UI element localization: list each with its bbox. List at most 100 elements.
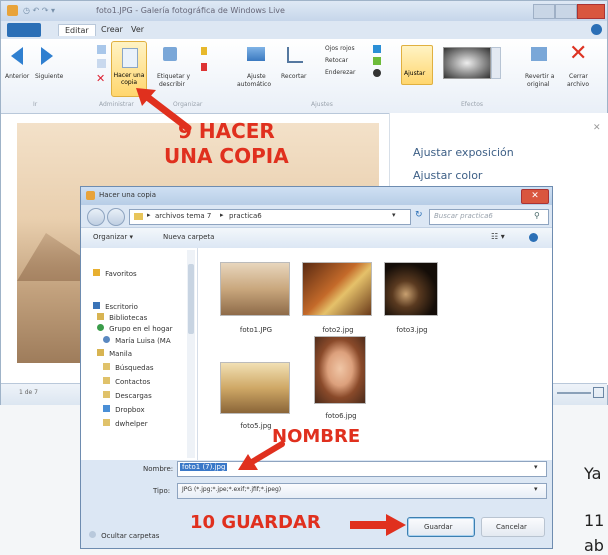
file-item[interactable]: foto6.jpg [314,336,370,420]
nav-scrollbar[interactable] [187,250,195,458]
previous-icon[interactable] [11,47,23,65]
quickaccess-icons[interactable]: ◷ ↶ ↷ ▾ [23,6,55,15]
file-item[interactable]: foto5.jpg [220,344,292,430]
breadcrumb-sep-2: ▸ [220,211,224,219]
ajustar-color-link[interactable]: Ajustar color [413,169,482,182]
maximize-button[interactable] [555,4,577,19]
ribbon-tabs: Editar Crear Ver [1,21,607,39]
page-text-ab: ab [584,536,604,555]
back-button[interactable] [87,208,105,226]
ajustar-label: Ajustar [404,70,426,77]
nombre-dropdown-icon[interactable]: ▾ [534,463,538,471]
copy-icon [122,48,138,68]
file-name: foto6.jpg [325,412,357,420]
folder-icon [134,213,143,220]
breadcrumb-sep: ▸ [147,211,151,219]
forward-button[interactable] [107,208,125,226]
help-icon[interactable] [591,24,602,35]
ojos-rojos-label[interactable]: Ojos rojos [325,45,355,52]
refresh-icon[interactable]: ↻ [415,210,423,220]
ajustar-button[interactable]: Ajustar [401,45,433,85]
effects-scroll[interactable] [491,47,501,79]
color-swatch-icon[interactable] [373,45,381,53]
flag-icon[interactable] [201,47,207,55]
zoom-slider[interactable] [557,392,591,394]
file-area: foto1.JPG foto2.jpg foto3.jpg foto5.jpg … [198,248,552,460]
retocar-label[interactable]: Retocar [325,57,348,64]
minimize-button[interactable] [533,4,555,19]
file-name: foto2.jpg [322,326,354,334]
nombre-value: foto1 (7).jpg [180,463,228,471]
nav-favoritos[interactable]: Favoritos [93,261,137,280]
anterior-label: Anterior [5,73,30,80]
status-count: 1 de 7 [19,389,38,396]
tag-icon[interactable] [163,47,177,61]
guardar-button[interactable]: Guardar [407,517,475,537]
ajuste-label: Ajuste [247,73,266,80]
file-item[interactable]: foto2.jpg [302,262,374,334]
step9-arrow [136,88,192,132]
organizar-button[interactable]: Organizar ▾ [93,233,133,241]
delete-icon[interactable]: ✕ [96,73,105,84]
contrast-icon[interactable] [373,69,381,77]
tipo-label: Tipo: [153,487,171,495]
close-panel-icon[interactable]: ✕ [593,123,601,133]
close-window-button[interactable] [577,4,605,19]
nav-scroll-thumb[interactable] [188,264,194,334]
step10-label: 10 GUARDAR [190,512,321,533]
file-name: foto1.JPG [239,326,273,334]
address-bar[interactable]: ▸ archivos tema 7 ▸ practica6 ▾ [129,209,411,225]
help-dialog-icon[interactable] [529,233,538,242]
crop-icon[interactable] [287,47,303,63]
address-dropdown-icon[interactable]: ▾ [392,211,396,219]
siguiente-label: Siguiente [35,73,64,80]
tab-editar[interactable]: Editar [58,24,96,36]
close-file-icon[interactable]: ✕ [569,43,587,65]
breadcrumb-practica6[interactable]: practica6 [229,212,262,220]
dialog-close-button[interactable]: ✕ [521,189,549,204]
etiquetar-label[interactable]: Etiquetar y [157,73,190,80]
red-flag-icon[interactable] [201,63,207,71]
dialog-app-icon [86,191,95,200]
archivo-label: archivo [567,81,590,88]
page-text-11: 11 [584,511,605,530]
page-text-ya: Ya [584,464,602,483]
nav-pane: Favoritos Escritorio Bibliotecas Grupo e… [81,248,198,460]
view-icon[interactable]: ☷ ▾ [491,232,505,241]
dialog-toolbar: Organizar ▾ Nueva carpeta ☷ ▾ [81,227,552,249]
app-menu-button[interactable] [7,23,41,37]
enderezar-label[interactable]: Enderezar [325,69,355,76]
ajustar-exposicion-link[interactable]: Ajustar exposición [413,146,514,159]
auto-adjust-icon[interactable] [247,47,265,61]
group-label-ir: Ir [33,101,38,108]
dialog-titlebar: Hacer una copia ✕ [81,187,552,205]
color-swatch-icon-2[interactable] [373,57,381,65]
file-item[interactable]: foto3.jpg [384,262,456,334]
fullscreen-icon[interactable] [593,387,604,398]
step9-label-line2: UNA COPIA [164,144,289,168]
original-label: original [527,81,550,88]
nombre-input[interactable]: foto1 (7).jpg ▾ [177,461,547,477]
effect-thumbnail[interactable] [443,47,491,79]
tipo-select[interactable]: JPG (*.jpg;*.jpe;*.exif;*.jfif;*.jpeg) ▾ [177,483,547,499]
file-thumbnail-foto1 [220,262,290,316]
file-thumbnail-foto2 [302,262,372,316]
folder-icon-2 [103,419,110,426]
file-item[interactable]: foto1.JPG [220,262,292,334]
cancelar-button[interactable]: Cancelar [481,517,545,537]
nav-dwhelper[interactable]: dwhelper [103,411,148,430]
next-icon[interactable] [41,47,53,65]
hide-folders-toggle[interactable]: Ocultar carpetas [89,523,159,542]
search-input[interactable]: Buscar practica6 ⚲ [429,209,549,225]
file-thumbnail-foto6 [314,336,366,404]
tipo-dropdown-icon[interactable]: ▾ [534,485,538,493]
breadcrumb-archivos[interactable]: archivos tema 7 [155,212,211,220]
tab-crear[interactable]: Crear [101,25,123,34]
tab-ver[interactable]: Ver [131,25,144,34]
rename-icon[interactable] [97,45,106,54]
revert-icon[interactable] [531,47,547,61]
step9-label-line1: 9 HACER [178,119,275,143]
nueva-carpeta-button[interactable]: Nueva carpeta [163,233,214,241]
copy-small-icon[interactable] [97,59,106,68]
app-icon [7,5,18,16]
